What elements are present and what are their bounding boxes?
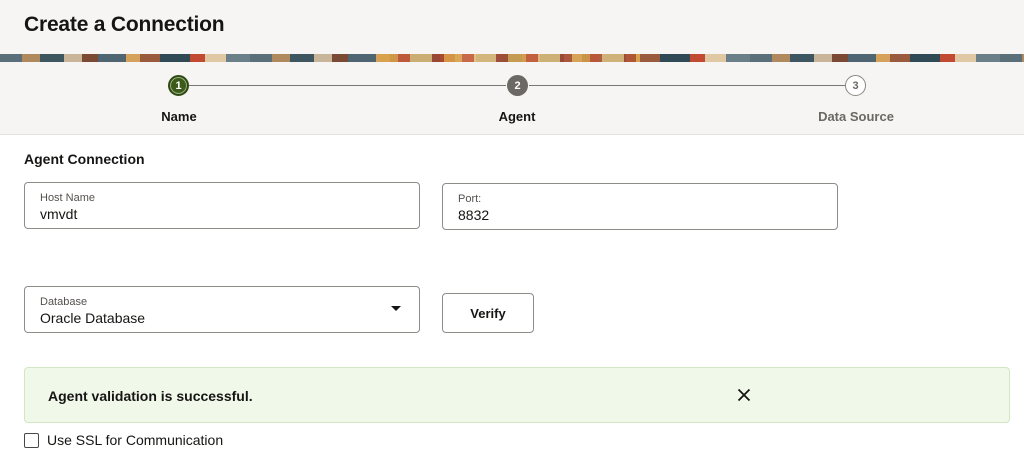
step-connector-2 — [529, 85, 845, 86]
host-name-value[interactable]: vmvdt — [40, 206, 77, 222]
step-3-indicator[interactable]: 3 — [845, 75, 866, 96]
decorative-banner — [0, 54, 1024, 62]
host-name-field[interactable]: Host Name vmvdt — [24, 182, 420, 229]
step-connector-1 — [189, 85, 506, 86]
database-value: Oracle Database — [40, 310, 146, 326]
database-select[interactable]: Database Oracle Database — [24, 286, 420, 333]
step-1-label: Name — [161, 109, 197, 124]
page-header: Create a Connection — [0, 0, 1024, 54]
wizard-stepper: 1 Name 2 Agent 3 Data Source — [0, 62, 1024, 135]
step-2-indicator[interactable]: 2 — [507, 75, 528, 96]
close-icon[interactable] — [736, 387, 752, 403]
port-label: Port: — [458, 193, 482, 205]
verify-button[interactable]: Verify — [442, 293, 534, 333]
ssl-checkbox[interactable] — [24, 432, 39, 448]
step-2-label: Agent — [498, 109, 536, 124]
ssl-label[interactable]: Use SSL for Communication — [47, 432, 223, 448]
step-3-label: Data Source — [818, 109, 894, 124]
success-alert: Agent validation is successful. — [24, 367, 1010, 423]
ssl-option[interactable]: Use SSL for Communication — [24, 431, 223, 449]
port-value[interactable]: 8832 — [458, 207, 489, 223]
port-field[interactable]: Port: 8832 — [442, 183, 838, 230]
database-label: Database — [40, 296, 88, 308]
chevron-down-icon[interactable] — [391, 306, 401, 311]
step-1-indicator[interactable]: 1 — [168, 75, 189, 96]
host-name-label: Host Name — [40, 192, 96, 204]
page-title: Create a Connection — [24, 13, 225, 36]
section-title: Agent Connection — [24, 151, 145, 167]
alert-message: Agent validation is successful. — [48, 388, 253, 404]
